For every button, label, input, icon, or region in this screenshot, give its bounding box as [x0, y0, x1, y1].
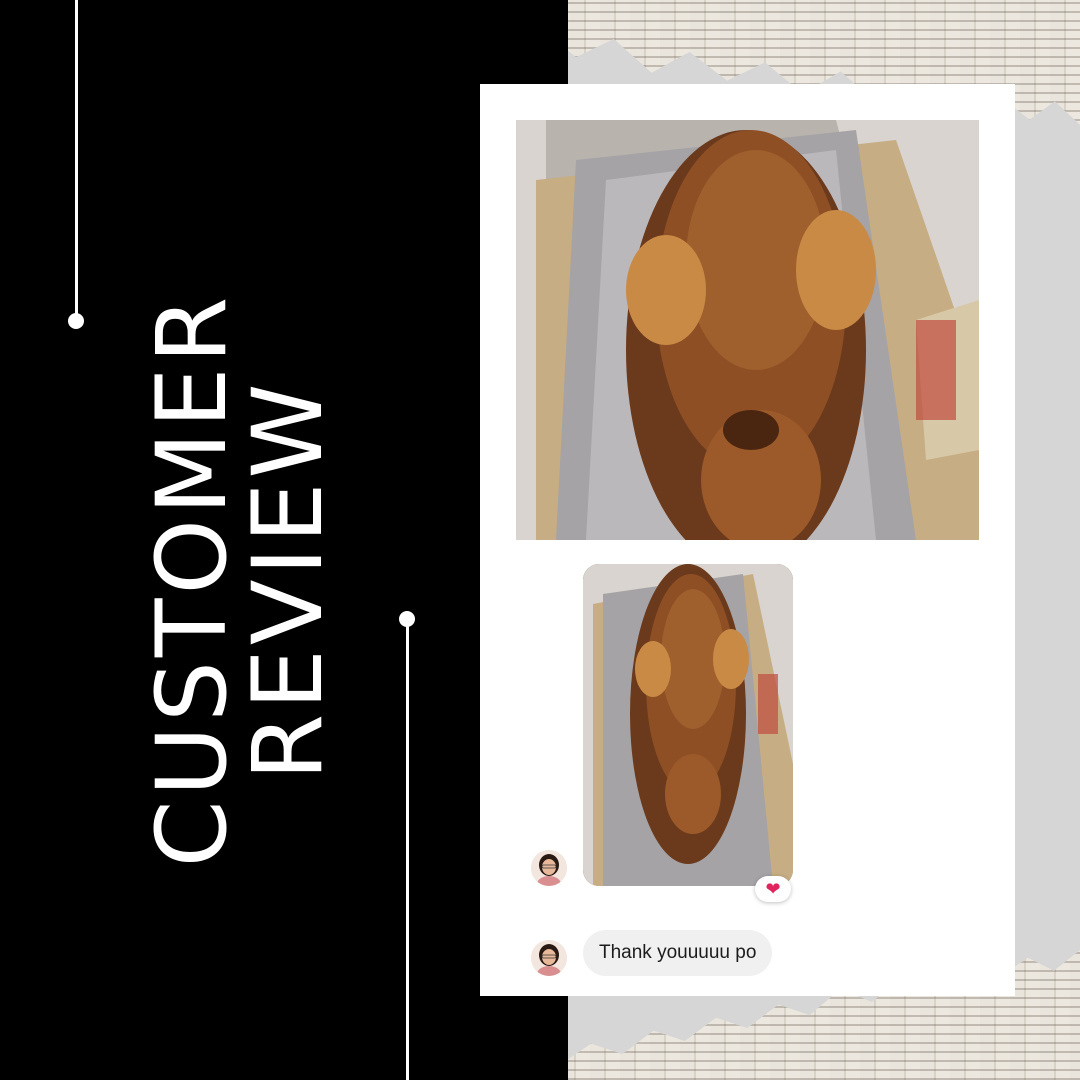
lechon-photo-small[interactable]: [583, 564, 793, 886]
message-bubble[interactable]: Thank youuuuu po: [583, 930, 773, 976]
title-line-1: CUSTOMER: [136, 292, 248, 868]
heart-icon[interactable]: ❤: [755, 876, 791, 902]
lechon-photo-large[interactable]: [516, 120, 979, 540]
decor-line-top: [75, 0, 78, 320]
avatar[interactable]: [531, 850, 567, 886]
title-rotated: CUSTOMER REVIEW: [136, 292, 344, 868]
decor-dot-bottom: [399, 611, 415, 627]
decor-line-bottom: [406, 620, 409, 1080]
chat-screenshot-card: ❤ Thank youuuuu po: [480, 84, 1015, 996]
title-line-2: REVIEW: [232, 379, 344, 781]
title-block: CUSTOMER REVIEW: [80, 230, 400, 930]
avatar[interactable]: [531, 940, 567, 976]
review-graphic: CUSTOMER REVIEW ❤ Thank youuuuu po: [0, 0, 1080, 1080]
